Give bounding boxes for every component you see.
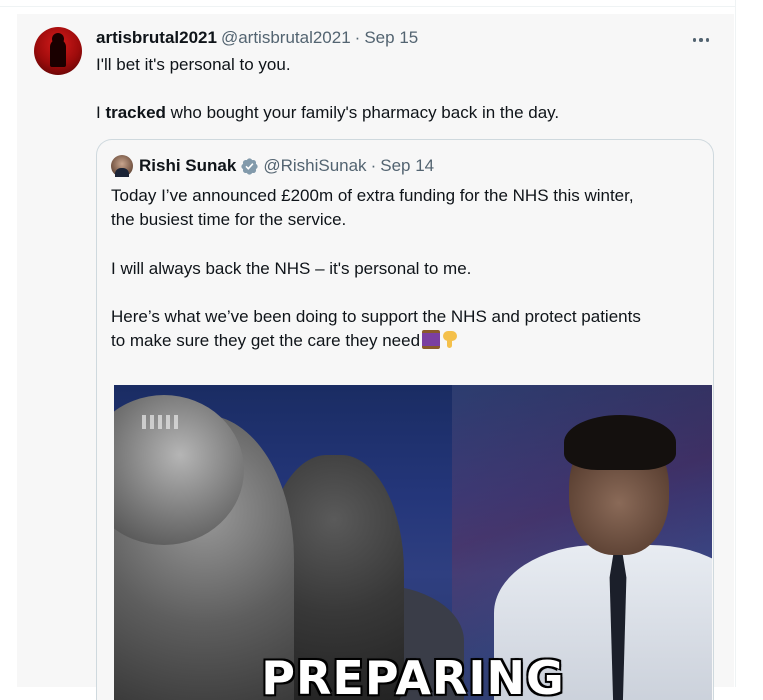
- verified-badge-icon: [241, 157, 258, 175]
- hair-clip-shape: [142, 415, 182, 429]
- separator: ·: [354, 28, 361, 47]
- display-name[interactable]: artisbrutal2021: [96, 28, 217, 48]
- tweet-header: artisbrutal2021 @artisbrutal2021 · Sep 1…: [96, 27, 418, 49]
- avatar-figure-shape: [50, 39, 66, 67]
- quoted-text-line-2: the busiest time for the service.: [111, 210, 347, 229]
- pointing-down-icon: [442, 330, 458, 349]
- quoted-separator: ·: [370, 156, 377, 175]
- media-caption: PREPARING: [261, 651, 565, 700]
- quoted-avatar[interactable]: [111, 155, 133, 177]
- avatar[interactable]: [34, 27, 82, 75]
- timeline-border: [735, 0, 736, 687]
- thread-icon: [422, 330, 441, 349]
- quoted-text-line-5-wrap: to make sure they get the care they need: [111, 330, 458, 352]
- quoted-tweet[interactable]: Rishi Sunak @RishiSunak · Sep 14 Today I…: [96, 139, 714, 700]
- quoted-timestamp[interactable]: Sep 14: [380, 156, 434, 176]
- quoted-text-line-5: to make sure they get the care they need: [111, 331, 421, 350]
- person-right-hair-shape: [564, 415, 676, 470]
- tweet-text-line-2: I tracked who bought your family's pharm…: [96, 102, 559, 124]
- tweet[interactable]: artisbrutal2021 @artisbrutal2021 · Sep 1…: [17, 14, 734, 700]
- quoted-text-line-3: I will always back the NHS – it's person…: [111, 259, 472, 278]
- tweet-text-bold: tracked: [105, 103, 166, 122]
- tweet-text-line-1: I'll bet it's personal to you.: [96, 55, 291, 74]
- top-divider: [0, 0, 735, 7]
- more-options-icon[interactable]: [687, 30, 715, 50]
- handle[interactable]: @artisbrutal2021: [221, 28, 351, 48]
- quoted-text-line-4: Here’s what we’ve been doing to support …: [111, 307, 641, 326]
- quoted-tweet-header: Rishi Sunak @RishiSunak · Sep 14: [139, 154, 434, 178]
- media-image[interactable]: PREPARING: [114, 385, 712, 700]
- tweet-text-suffix: who bought your family's pharmacy back i…: [165, 103, 560, 122]
- timestamp[interactable]: Sep 15: [364, 28, 418, 48]
- quoted-avatar-body-shape: [115, 168, 129, 177]
- quoted-display-name[interactable]: Rishi Sunak: [139, 156, 236, 176]
- quoted-handle[interactable]: @RishiSunak: [263, 156, 366, 176]
- quoted-text-line-1: Today I’ve announced £200m of extra fund…: [111, 186, 634, 205]
